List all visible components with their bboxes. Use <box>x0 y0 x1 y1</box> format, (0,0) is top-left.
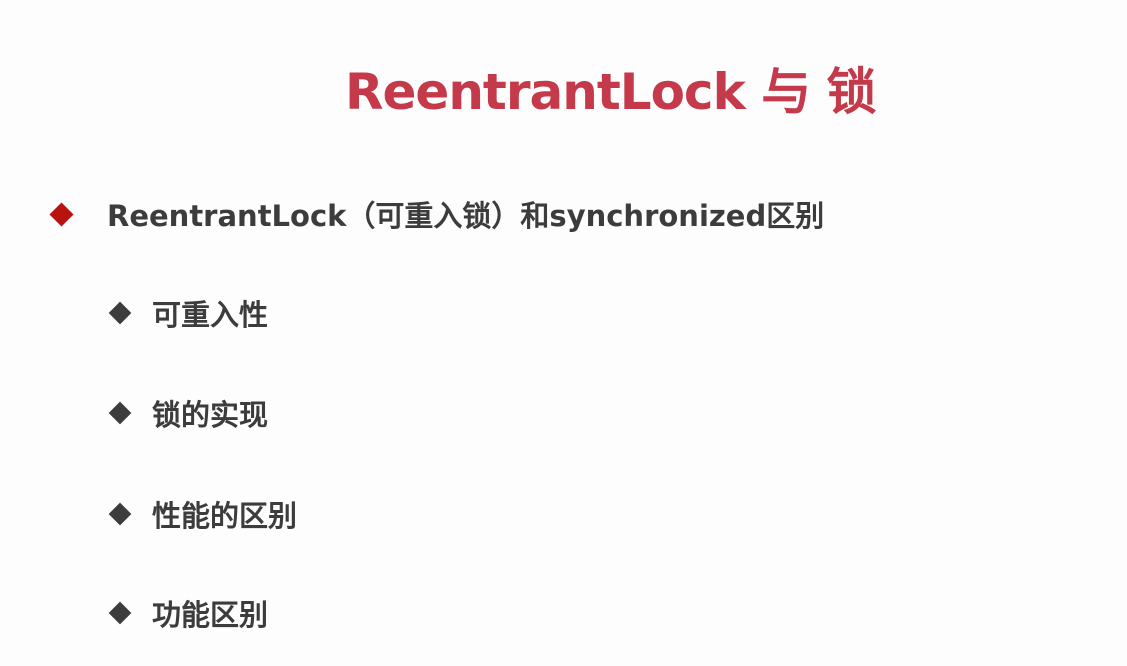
diamond-bullet-icon <box>108 502 132 526</box>
sub-bullet: 锁的实现 <box>108 392 269 434</box>
sub-bullet: 可重入性 <box>108 292 269 334</box>
sub-bullet-text: 锁的实现 <box>152 398 269 432</box>
sub-bullet-text: 性能的区别 <box>152 499 298 533</box>
diamond-bullet-icon <box>108 401 132 425</box>
diamond-bullet-icon <box>108 301 132 325</box>
slide-title: ReentrantLock 与 锁 <box>345 63 877 121</box>
sub-bullet: 性能的区别 <box>108 493 298 535</box>
red-diamond-bullet-icon <box>49 201 74 227</box>
diamond-bullet-icon <box>108 601 132 625</box>
sub-bullet-text: 功能区别 <box>152 598 269 632</box>
sub-bullet: 功能区别 <box>108 592 269 634</box>
main-bullet: ReentrantLock（可重入锁）和synchronized区别 <box>49 193 825 235</box>
sub-bullet-text: 可重入性 <box>152 298 269 332</box>
main-bullet-text: ReentrantLock（可重入锁）和synchronized区别 <box>107 199 825 233</box>
